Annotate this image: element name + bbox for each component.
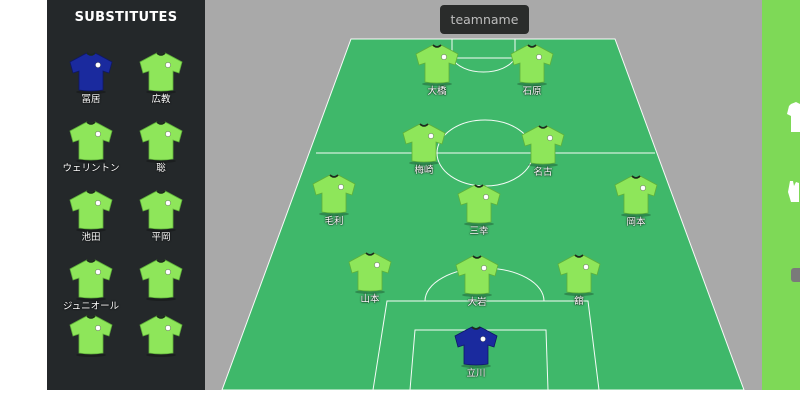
lineup-player[interactable]: 大岩: [432, 255, 522, 308]
lineup-player[interactable]: 岡本: [591, 175, 681, 228]
glove-icon[interactable]: [787, 180, 800, 202]
collapse-tab[interactable]: [791, 268, 800, 282]
lineup-player[interactable]: 名古: [498, 125, 588, 178]
substitute-player[interactable]: 平岡: [116, 190, 206, 243]
shirt-icon[interactable]: [787, 102, 800, 132]
player-shirt-icon: [139, 315, 183, 357]
player-shirt-icon: [139, 52, 183, 94]
player-name: 大橋: [427, 86, 447, 97]
substitute-player[interactable]: 聡: [116, 121, 206, 174]
player-shirt-icon: [415, 44, 459, 86]
player-name: 平岡: [151, 232, 171, 243]
lineup-player[interactable]: 山本: [325, 252, 415, 305]
player-shirt-icon: [348, 252, 392, 294]
lineup-player[interactable]: 石原: [487, 44, 577, 97]
lineup-player[interactable]: 梅崎: [379, 123, 469, 176]
player-name: 聡: [156, 163, 166, 174]
player-name: 立川: [466, 368, 486, 379]
player-name: ジュニオール: [62, 301, 120, 312]
player-name: 大岩: [467, 297, 487, 308]
player-shirt-icon: [69, 315, 113, 357]
lineup-player[interactable]: 毛利: [289, 174, 379, 227]
player-shirt-icon: [312, 174, 356, 216]
lineup-player[interactable]: 舘: [534, 254, 624, 307]
player-name: 山本: [360, 294, 380, 305]
player-shirt-icon: [139, 190, 183, 232]
player-name: 毛利: [324, 216, 344, 227]
substitute-player[interactable]: 広教: [116, 52, 206, 105]
player-shirt-icon: [521, 125, 565, 167]
player-name: 岡本: [626, 217, 646, 228]
player-name: 広教: [151, 94, 171, 105]
lineup-player[interactable]: 三幸: [434, 184, 524, 237]
player-shirt-icon: [455, 255, 499, 297]
player-shirt-icon: [614, 175, 658, 217]
player-name: 石原: [522, 86, 542, 97]
player-shirt-icon: [557, 254, 601, 296]
player-shirt-icon: [510, 44, 554, 86]
lineup-player[interactable]: 立川: [431, 326, 521, 379]
substitute-player[interactable]: [116, 315, 206, 357]
player-shirt-icon: [139, 121, 183, 163]
player-name: 舘: [574, 296, 584, 307]
player-name: 梅崎: [414, 165, 434, 176]
keeper-shirt-icon: [69, 52, 113, 94]
keeper-shirt-icon: [454, 326, 498, 368]
player-name: 名古: [533, 167, 553, 178]
player-shirt-icon: [69, 121, 113, 163]
substitutes-title: SUBSTITUTES: [74, 10, 178, 25]
player-shirt-icon: [402, 123, 446, 165]
player-shirt-icon: [139, 259, 183, 301]
player-name: 三幸: [469, 226, 489, 237]
lineup-player[interactable]: 大橋: [392, 44, 482, 97]
substitute-player[interactable]: [116, 259, 206, 301]
player-shirt-icon: [69, 190, 113, 232]
player-shirt-icon: [69, 259, 113, 301]
team-name-input[interactable]: teamname: [440, 5, 529, 34]
player-shirt-icon: [457, 184, 501, 226]
